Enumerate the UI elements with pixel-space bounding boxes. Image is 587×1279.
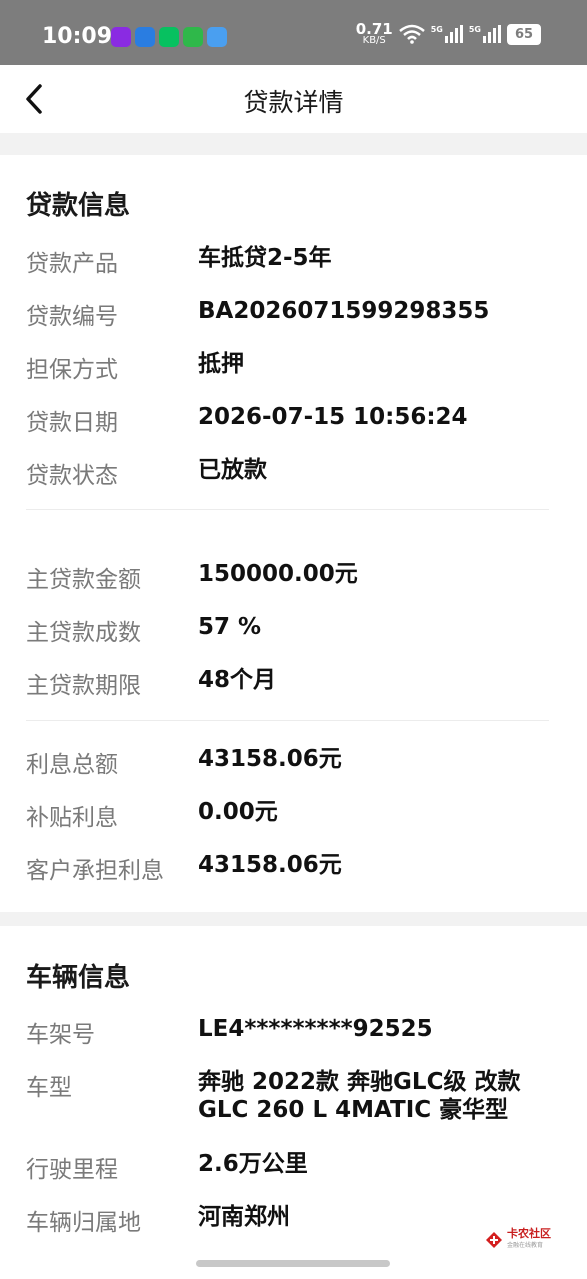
weather-icon (207, 27, 227, 47)
watermark-sub: 金融在线教育 (507, 1242, 544, 1249)
row-label: 主贷款期限 (26, 673, 141, 699)
battery-level: 65 (514, 26, 534, 42)
signal-bars-icon (444, 25, 463, 43)
row-value: 43158.06元 (198, 852, 342, 878)
row-label: 行驶里程 (26, 1157, 118, 1183)
home-indicator[interactable] (196, 1260, 390, 1267)
row-label: 主贷款成数 (26, 620, 141, 646)
row-label: 客户承担利息 (26, 858, 164, 884)
row-label: 贷款状态 (26, 463, 118, 489)
net-speed-unit: KB/S (362, 35, 386, 46)
vehicle-section-title: 车辆信息 (26, 963, 131, 993)
watermark-name: 卡农社区 (507, 1227, 551, 1240)
row-value: 2026-07-15 10:56:24 (198, 404, 468, 430)
network-type-label: 5G (430, 25, 443, 34)
row-label: 贷款产品 (26, 251, 118, 277)
row-value: 48个月 (198, 667, 277, 693)
network-speed: 0.71 KB/S (356, 22, 393, 46)
row-value: 车抵贷2-5年 (198, 245, 332, 271)
row-label: 补贴利息 (26, 805, 118, 831)
vehicle-info-card: 车辆信息 车架号 LE4*********92525 车型 奔驰 2022款 奔… (0, 926, 587, 1279)
nav-header: 贷款详情 (0, 65, 587, 133)
row-label: 主贷款金额 (26, 567, 141, 593)
app-notification-icon (111, 27, 131, 47)
signal-1: 5G (431, 25, 463, 43)
row-value: BA2026071599298355 (198, 298, 490, 324)
page-title: 贷款详情 (243, 88, 344, 117)
row-value: 57 % (198, 614, 262, 640)
row-label: 利息总额 (26, 752, 118, 778)
signal-bars-icon (483, 25, 501, 43)
divider (26, 720, 549, 721)
battery-icon: 65 (507, 23, 541, 45)
row-label: 车型 (26, 1075, 72, 1101)
notification-icons (111, 27, 227, 47)
loan-section-title: 贷款信息 (26, 191, 131, 221)
row-value: 150000.00元 (198, 561, 358, 587)
wechat-icon (159, 27, 179, 47)
watermark-logo-icon (486, 1232, 502, 1248)
row-label: 车架号 (26, 1022, 95, 1048)
vehicle-model-row: 车型 奔驰 2022款 奔驰GLC级 改款 GLC 260 L 4MATIC 豪… (26, 1068, 561, 1128)
row-value: LE4*********92525 (198, 1016, 433, 1042)
row-value: 已放款 (198, 457, 267, 483)
watermark-text: 卡农社区 金融在线教育 (507, 1228, 551, 1252)
status-bar: 10:09 0.71 KB/S 5G 5G 65 (0, 0, 587, 65)
network-type-label: 5G (468, 25, 481, 34)
app-notification-icon (135, 27, 155, 47)
status-time: 10:09 (42, 24, 113, 49)
row-value: 0.00元 (198, 799, 278, 825)
row-label: 贷款编号 (26, 304, 118, 330)
row-value: 43158.06元 (198, 746, 342, 772)
watermark: 卡农社区 金融在线教育 (484, 1228, 551, 1252)
row-label: 车辆归属地 (26, 1210, 141, 1236)
loan-info-card: 贷款信息 贷款产品 车抵贷2-5年 贷款编号 BA202607159929835… (0, 155, 587, 912)
row-label: 贷款日期 (26, 410, 118, 436)
divider (26, 509, 549, 510)
row-value: 2.6万公里 (198, 1151, 308, 1177)
row-value: 抵押 (198, 351, 244, 377)
row-value: 奔驰 2022款 奔驰GLC级 改款 GLC 260 L 4MATIC 豪华型 (198, 1069, 521, 1123)
row-label: 担保方式 (26, 357, 118, 383)
signal-2: 5G (469, 25, 501, 43)
status-right: 0.71 KB/S 5G 5G 65 (356, 22, 541, 46)
wifi-icon (398, 24, 425, 44)
net-speed-value: 0.71 (355, 20, 393, 38)
message-icon (183, 27, 203, 47)
